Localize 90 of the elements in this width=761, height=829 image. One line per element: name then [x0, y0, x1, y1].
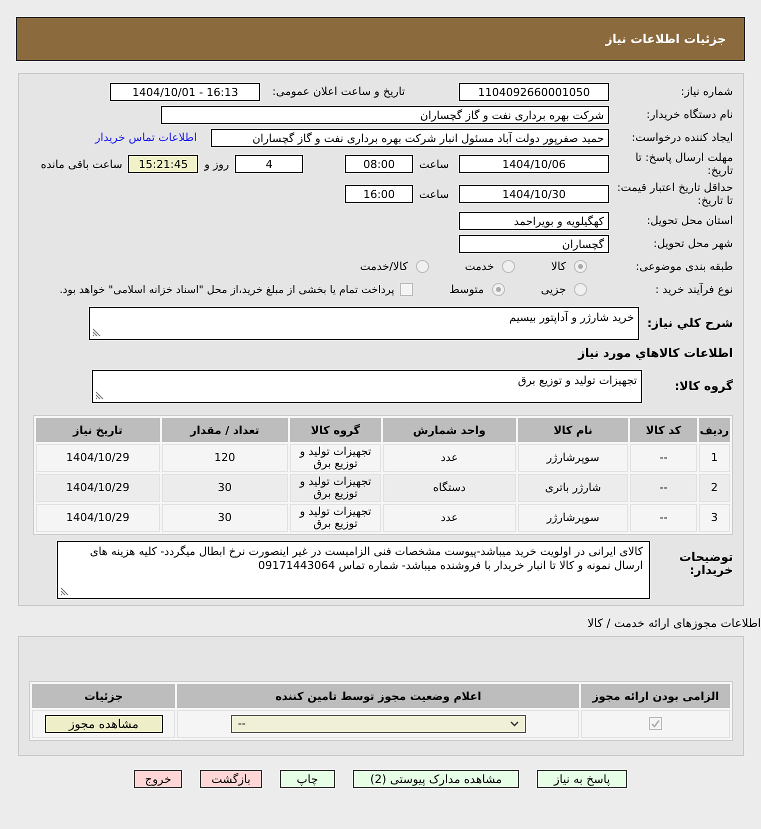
- field-label: ایجاد کننده درخواست:: [630, 131, 733, 144]
- field-label: ساعت: [419, 188, 449, 200]
- field-label: توضیحات خریدار:: [678, 551, 733, 577]
- field-label: مهلت ارسال پاسخ: تا تاریخ:: [634, 151, 733, 177]
- radio-button[interactable]: [502, 260, 516, 273]
- resize-grip-icon[interactable]: [95, 391, 104, 400]
- column-header: کد کالا: [630, 418, 697, 442]
- view-permit-button[interactable]: مشاهده مجوز: [44, 715, 163, 733]
- requester-field[interactable]: حمید صفرپور دولت آباد مسئول انبار شرکت بهره برداری نفت و گاز گچساران: [211, 128, 609, 146]
- table-cell: 30: [162, 474, 288, 502]
- buyer-notes-field[interactable]: کالای ایرانی در اولویت خرید میباشد-پیوست مشخصات فنی الزامیست در غیر اینصورت نرخ ابطال میگردد- کلیه هزینه های ارسال نمونه و کالا تا انبار خریدار با فروشنده میباشد- شماره تماس 09171443064: [57, 541, 650, 599]
- province-field[interactable]: کهگیلویه و بویراحمد: [459, 212, 609, 230]
- field-label: روز و: [204, 158, 230, 170]
- column-header: ردیف: [698, 418, 730, 442]
- resize-grip-icon[interactable]: [92, 328, 101, 337]
- field-label: نام دستگاه خریدار:: [645, 108, 733, 121]
- table-cell: دستگاه: [382, 474, 516, 502]
- table-cell: تجهیزات تولید و توزیع برق: [290, 444, 381, 472]
- checkbox[interactable]: [400, 283, 414, 296]
- field-label: استان محل تحویل:: [646, 214, 733, 227]
- table-cell: 2: [698, 474, 730, 502]
- table-cell: سوپرشارژر: [518, 504, 628, 532]
- column-header: نام کالا: [518, 418, 628, 442]
- goods-group-field[interactable]: تجهیزات تولید و توزیع برق: [92, 370, 642, 403]
- radio-button[interactable]: [492, 283, 505, 296]
- resize-grip-icon[interactable]: [60, 587, 69, 596]
- table-cell: تجهیزات تولید و توزیع برق: [290, 504, 381, 532]
- radio-label: متوسط: [449, 283, 484, 296]
- table-cell: --: [630, 444, 697, 472]
- radio-button[interactable]: [574, 283, 587, 296]
- chevron-icon: [510, 721, 519, 727]
- buyer-contact-link[interactable]: اطلاعات تماس خریدار: [95, 131, 197, 144]
- field-label: شرح كلي نياز:: [646, 317, 733, 330]
- field-label: شهر محل تحویل:: [652, 237, 733, 250]
- buyer-field[interactable]: شرکت بهره برداری نفت و گاز گچساران: [161, 106, 609, 124]
- field-label: نوع فرآیند خرید :: [654, 283, 733, 296]
- radio-button[interactable]: [416, 260, 429, 273]
- radio-label: جزیی: [540, 283, 566, 296]
- column-header: گروه کالا: [290, 418, 381, 442]
- validity-date-field[interactable]: 1404/10/30: [459, 185, 609, 203]
- table-cell: --: [630, 504, 697, 532]
- table-cell: تجهیزات تولید و توزیع برق: [290, 474, 381, 502]
- deadline-date-field[interactable]: 1404/10/06: [459, 155, 609, 173]
- radio-label: کالا/خدمت: [360, 260, 408, 273]
- table-cell: 120: [162, 444, 288, 472]
- field-label: ساعت: [419, 158, 449, 170]
- table-cell: 30: [162, 504, 288, 532]
- action-button[interactable]: چاپ: [280, 770, 336, 788]
- field-label: طبقه بندی موضوعی:: [634, 260, 733, 273]
- summary-field[interactable]: خرید شارژر و آداپتور بیسیم: [89, 307, 639, 340]
- city-field[interactable]: گچساران: [459, 234, 609, 252]
- radio-label: کالا: [551, 260, 566, 273]
- action-button[interactable]: بازگشت: [200, 770, 262, 788]
- action-button[interactable]: خروج: [134, 770, 182, 788]
- field-label: گروه کالا:: [674, 380, 733, 393]
- table-cell: 3: [698, 504, 730, 532]
- column-header: تاریخ نیاز: [36, 418, 160, 442]
- column-header: واحد شمارش: [382, 418, 516, 442]
- field-label: ساعت باقی مانده: [40, 158, 122, 170]
- need-number-field[interactable]: 1104092660001050: [459, 82, 609, 100]
- action-button[interactable]: پاسخ به نیاز: [536, 770, 628, 788]
- section-heading: اطلاعات كالاهاي مورد نياز: [576, 346, 733, 360]
- table-cell: سوپرشارژر: [518, 444, 628, 472]
- column-header: جزئیات: [32, 684, 176, 708]
- remaining-time-field: 15:21:45: [128, 155, 198, 173]
- action-button[interactable]: مشاهده مدارک پیوستی (2): [353, 770, 519, 788]
- days-field[interactable]: 4: [235, 155, 304, 173]
- table-cell: 1404/10/29: [36, 474, 160, 502]
- validity-time-field[interactable]: 16:00: [345, 185, 414, 203]
- column-header: اعلام وضعیت مجوز توسط تامین کننده: [177, 684, 580, 708]
- table-cell: عدد: [382, 504, 516, 532]
- announce-date-field[interactable]: 1404/10/01 - 16:13: [110, 82, 260, 100]
- radio-label: خدمت: [464, 260, 494, 273]
- field-label: شماره نیاز:: [680, 85, 733, 98]
- table-cell: 1404/10/29: [36, 504, 160, 532]
- section-heading: اطلاعات مجوزهای ارائه خدمت / کالا: [586, 616, 761, 630]
- table-cell: شارژر باتری: [518, 474, 628, 502]
- table-cell: 1404/10/29: [36, 444, 160, 472]
- table-cell: 1: [698, 444, 730, 472]
- deadline-time-field[interactable]: 08:00: [345, 155, 414, 173]
- table-cell: عدد: [382, 444, 516, 472]
- radio-button[interactable]: [574, 260, 587, 273]
- page-title: جزئیات اطلاعات نیاز: [605, 32, 726, 46]
- field-label: حداقل تاریخ اعتبار قیمت: تا تاریخ:: [616, 181, 733, 207]
- status-dropdown[interactable]: --: [230, 715, 526, 733]
- table-cell: --: [630, 474, 697, 502]
- field-label: تاریخ و ساعت اعلان عمومی:: [272, 85, 405, 98]
- checkbox-label: پرداخت تمام یا بخشی از مبلغ خرید،از محل "اسناد خزانه اسلامی" خواهد بود.: [59, 284, 394, 296]
- column-header: تعداد / مقدار: [162, 418, 288, 442]
- column-header: الزامی بودن ارائه مجوز: [581, 684, 730, 708]
